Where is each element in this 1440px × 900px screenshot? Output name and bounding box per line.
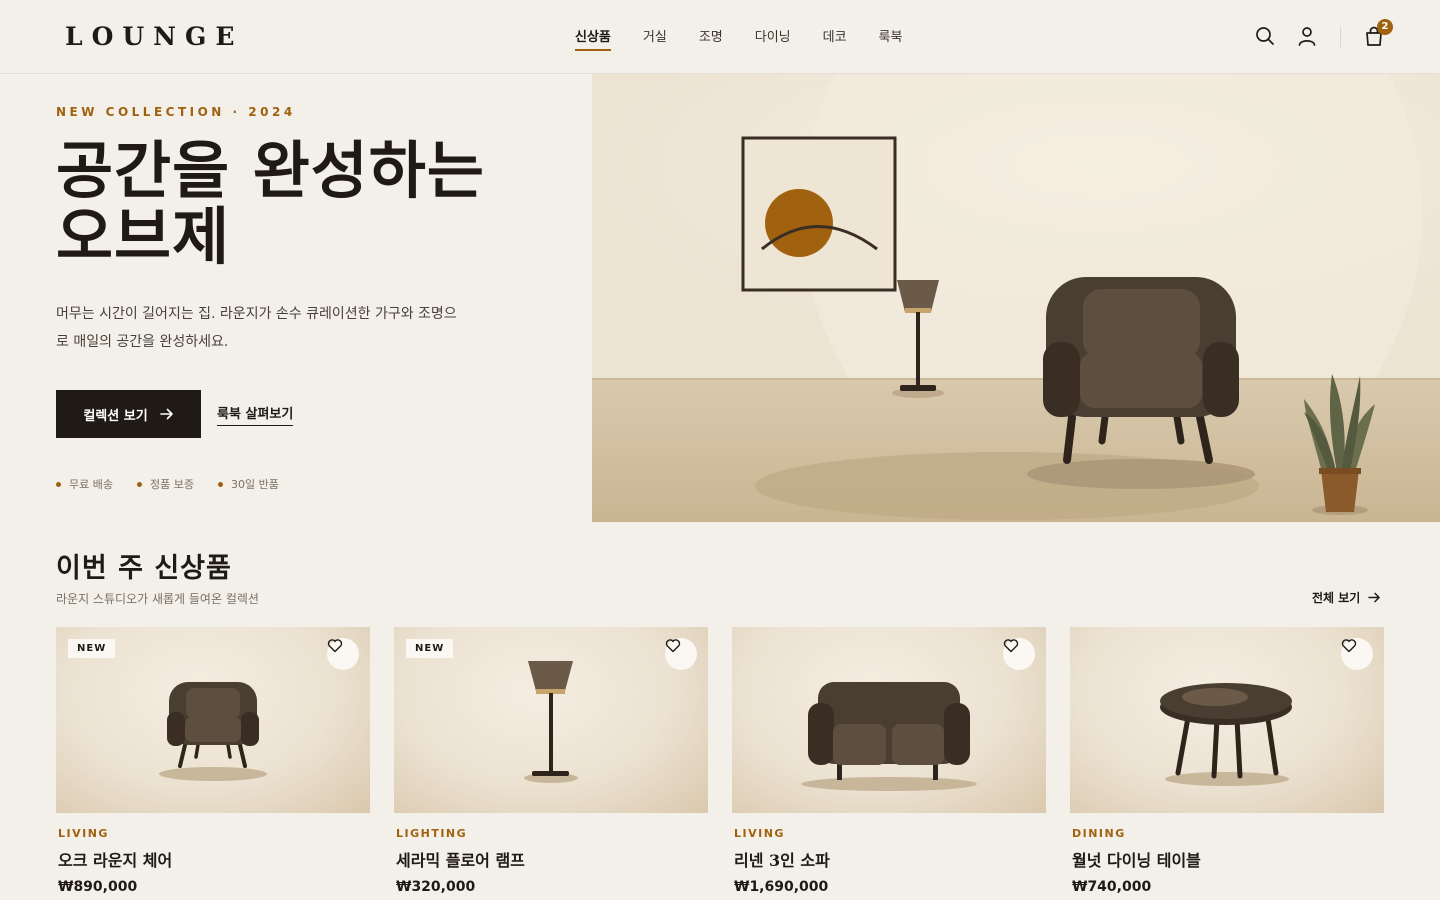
- wishlist-button[interactable]: [1003, 638, 1035, 670]
- product-image[interactable]: NEW: [56, 627, 370, 813]
- brand-logo[interactable]: LOUNGE: [65, 22, 243, 51]
- product-name[interactable]: 월넛 다이닝 테이블: [1072, 847, 1201, 871]
- nav-item-deco[interactable]: 데코: [823, 26, 847, 51]
- nav-item-new[interactable]: 신상품: [575, 26, 611, 51]
- nav-item-living[interactable]: 거실: [643, 26, 667, 51]
- round-table-icon: [1160, 683, 1292, 786]
- lookbook-link[interactable]: 룩북 살펴보기: [217, 403, 294, 426]
- perk-label: 무료 배송: [69, 478, 113, 491]
- product-card[interactable]: LIVING 리넨 3인 소파 ₩1,690,000: [732, 627, 1046, 900]
- hero-description: 머무는 시간이 길어지는 집. 라운지가 손수 큐레이션한 가구와 조명으로 매…: [56, 306, 457, 350]
- product-price: ₩890,000: [58, 879, 138, 895]
- view-collection-label: 컬렉션 보기: [83, 408, 148, 424]
- product-category: DINING: [1072, 827, 1126, 840]
- wall-frame-icon: [741, 136, 897, 292]
- wishlist-button[interactable]: [1341, 638, 1373, 670]
- product-price: ₩740,000: [1072, 879, 1152, 895]
- nav-item-lighting[interactable]: 조명: [699, 26, 723, 51]
- bullet-dot-icon: [136, 481, 142, 487]
- section-title: 이번 주 신상품: [56, 553, 232, 584]
- view-collection-button[interactable]: 컬렉션 보기: [56, 390, 201, 438]
- perk-label: 정품 보증: [149, 478, 194, 491]
- wishlist-button[interactable]: [665, 638, 697, 670]
- heart-icon: [665, 639, 681, 653]
- view-all-link[interactable]: 전체 보기: [1312, 589, 1381, 606]
- hero-title: 공간을 완성하는 오브제: [56, 138, 576, 270]
- product-name[interactable]: 오크 라운지 체어: [58, 847, 172, 871]
- hero-title-line1: 공간을 완성하는: [56, 134, 485, 207]
- product-category: LIVING: [58, 827, 109, 840]
- product-category: LIVING: [734, 827, 785, 840]
- hero-illustration: [592, 74, 1440, 522]
- perk-item: 정품 보증: [136, 476, 194, 492]
- product-card[interactable]: NEW LIGHTING 세라믹 플로어 램프 ₩320,000: [394, 627, 708, 900]
- perk-item: 무료 배송: [56, 476, 113, 492]
- section-subtitle: 라운지 스튜디오가 새롭게 들여온 컬렉션: [56, 592, 259, 606]
- view-all-label: 전체 보기: [1312, 591, 1361, 605]
- product-price: ₩1,690,000: [734, 879, 829, 895]
- bullet-dot-icon: [56, 481, 61, 487]
- arrow-right-icon: [159, 408, 173, 420]
- search-icon[interactable]: [1254, 25, 1276, 47]
- product-name[interactable]: 세라믹 플로어 램프: [396, 847, 525, 871]
- new-badge: NEW: [68, 639, 116, 658]
- hero-eyebrow: NEW COLLECTION · 2024: [56, 105, 296, 119]
- cart-count-badge: 2: [1377, 19, 1393, 35]
- new-badge: NEW: [406, 639, 454, 658]
- product-image[interactable]: [1070, 627, 1384, 813]
- product-card[interactable]: DINING 월넛 다이닝 테이블 ₩740,000: [1070, 627, 1384, 900]
- site-header: LOUNGE 신상품 거실 조명 다이닝 데코 룩북 2: [0, 0, 1440, 74]
- heart-icon: [1003, 639, 1019, 653]
- nav-item-lookbook[interactable]: 룩북: [879, 26, 903, 51]
- heart-icon: [327, 639, 343, 653]
- wishlist-button[interactable]: [327, 638, 359, 670]
- arrow-right-icon: [1368, 592, 1381, 603]
- product-card[interactable]: NEW LIVING 오크 라운지 체어 ₩890,000: [56, 627, 370, 900]
- heart-icon: [1341, 639, 1357, 653]
- hero-title-line2: 오브제: [56, 200, 231, 273]
- product-price: ₩320,000: [396, 879, 476, 895]
- product-image[interactable]: NEW: [394, 627, 708, 813]
- bullet-dot-icon: [217, 481, 223, 487]
- perk-label: 30일 반품: [230, 478, 279, 491]
- perk-item: 30일 반품: [217, 476, 279, 492]
- product-name[interactable]: 리넨 3인 소파: [734, 847, 830, 871]
- user-icon[interactable]: [1296, 25, 1318, 47]
- nav-item-dining[interactable]: 다이닝: [755, 26, 791, 51]
- product-category: LIGHTING: [396, 827, 468, 840]
- main-nav: 신상품 거실 조명 다이닝 데코 룩북: [575, 26, 934, 51]
- header-divider: [1340, 27, 1341, 47]
- sofa-icon: [801, 682, 977, 791]
- perks-list: 무료 배송 정품 보증 30일 반품: [56, 476, 279, 492]
- product-image[interactable]: [732, 627, 1046, 813]
